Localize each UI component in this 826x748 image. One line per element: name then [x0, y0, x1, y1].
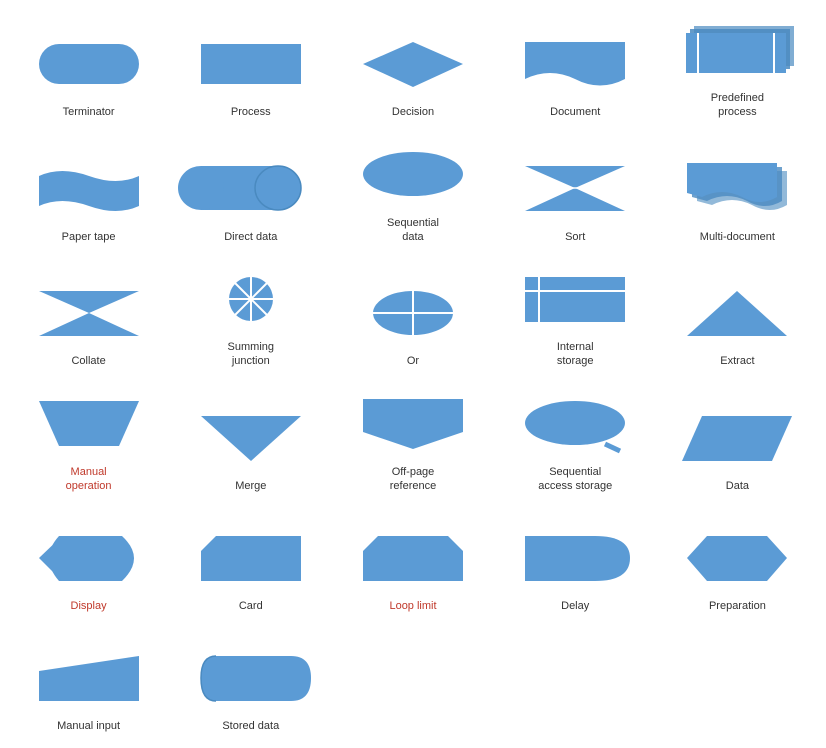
sort-shape	[520, 161, 630, 216]
cell-stored-data: Stored data	[172, 628, 329, 738]
loop-limit-shape	[358, 531, 468, 586]
predefined-process-label: Predefinedprocess	[711, 91, 764, 120]
cell-internal-storage: Internalstorage	[497, 259, 654, 374]
manual-operation-shape	[34, 396, 144, 451]
internal-storage-label: Internalstorage	[557, 340, 594, 369]
predefined-process-shape	[682, 23, 792, 78]
manual-input-label: Manual input	[57, 719, 120, 733]
cell-sort: Sort	[497, 135, 654, 250]
preparation-label: Preparation	[709, 599, 766, 613]
cell-decision: Decision	[334, 10, 491, 125]
sequential-access-storage-shape	[520, 396, 630, 451]
merge-shape	[196, 411, 306, 466]
multi-document-label: Multi-document	[700, 230, 775, 244]
paper-tape-label: Paper tape	[62, 230, 116, 244]
merge-label: Merge	[235, 479, 266, 493]
delay-label: Delay	[561, 599, 589, 613]
data-shape	[682, 411, 792, 466]
display-label: Display	[71, 599, 107, 613]
cell-process: Process	[172, 10, 329, 125]
stored-data-label: Stored data	[222, 719, 279, 733]
cell-delay: Delay	[497, 508, 654, 618]
loop-limit-label: Loop limit	[389, 599, 436, 613]
direct-data-label: Direct data	[224, 230, 277, 244]
delay-shape	[520, 531, 630, 586]
cell-direct-data: Direct data	[172, 135, 329, 250]
cell-extract: Extract	[659, 259, 816, 374]
process-label: Process	[231, 105, 271, 119]
or-shape	[368, 286, 458, 341]
cell-manual-operation: Manualoperation	[10, 384, 167, 499]
empty-1	[334, 628, 491, 738]
direct-data-shape	[196, 161, 306, 216]
sort-label: Sort	[565, 230, 585, 244]
cell-data: Data	[659, 384, 816, 499]
internal-storage-shape	[520, 272, 630, 327]
cell-preparation: Preparation	[659, 508, 816, 618]
manual-input-shape	[34, 651, 144, 706]
document-shape	[520, 37, 630, 92]
decision-shape	[358, 37, 468, 92]
cell-summing-junction: Summingjunction	[172, 259, 329, 374]
preparation-shape	[682, 531, 792, 586]
cell-terminator: Terminator	[10, 10, 167, 125]
process-shape	[196, 39, 306, 89]
terminator-shape	[34, 39, 144, 89]
card-shape	[196, 531, 306, 586]
stored-data-shape	[196, 651, 306, 706]
cell-merge: Merge	[172, 384, 329, 499]
shapes-grid: Terminator Process Decision Document	[10, 10, 816, 738]
empty-3	[659, 628, 816, 738]
cell-document: Document	[497, 10, 654, 125]
or-label: Or	[407, 354, 419, 368]
cell-predefined-process: Predefinedprocess	[659, 10, 816, 125]
cell-off-page-reference: Off-pagereference	[334, 384, 491, 499]
data-label: Data	[726, 479, 749, 493]
cell-display: Display	[10, 508, 167, 618]
cell-collate: Collate	[10, 259, 167, 374]
cell-sequential-access-storage: Sequentialaccess storage	[497, 384, 654, 499]
cell-or: Or	[334, 259, 491, 374]
card-label: Card	[239, 599, 263, 613]
extract-shape	[682, 286, 792, 341]
collate-shape	[34, 286, 144, 341]
extract-label: Extract	[720, 354, 754, 368]
cell-multi-document: Multi-document	[659, 135, 816, 250]
sequential-data-shape	[358, 147, 468, 202]
off-page-reference-label: Off-pagereference	[390, 465, 436, 494]
display-shape	[34, 531, 144, 586]
manual-operation-label: Manualoperation	[66, 465, 112, 494]
sequential-access-storage-label: Sequentialaccess storage	[538, 465, 612, 494]
summing-junction-shape	[206, 272, 296, 327]
cell-sequential-data: Sequentialdata	[334, 135, 491, 250]
cell-paper-tape: Paper tape	[10, 135, 167, 250]
cell-manual-input: Manual input	[10, 628, 167, 738]
cell-loop-limit: Loop limit	[334, 508, 491, 618]
multi-document-shape	[682, 159, 792, 219]
cell-card: Card	[172, 508, 329, 618]
collate-label: Collate	[71, 354, 105, 368]
document-label: Document	[550, 105, 600, 119]
off-page-reference-shape	[358, 394, 468, 454]
paper-tape-shape	[34, 161, 144, 216]
decision-label: Decision	[392, 105, 434, 119]
sequential-data-label: Sequentialdata	[387, 216, 439, 245]
empty-2	[497, 628, 654, 738]
summing-junction-label: Summingjunction	[228, 340, 274, 369]
terminator-label: Terminator	[63, 105, 115, 119]
